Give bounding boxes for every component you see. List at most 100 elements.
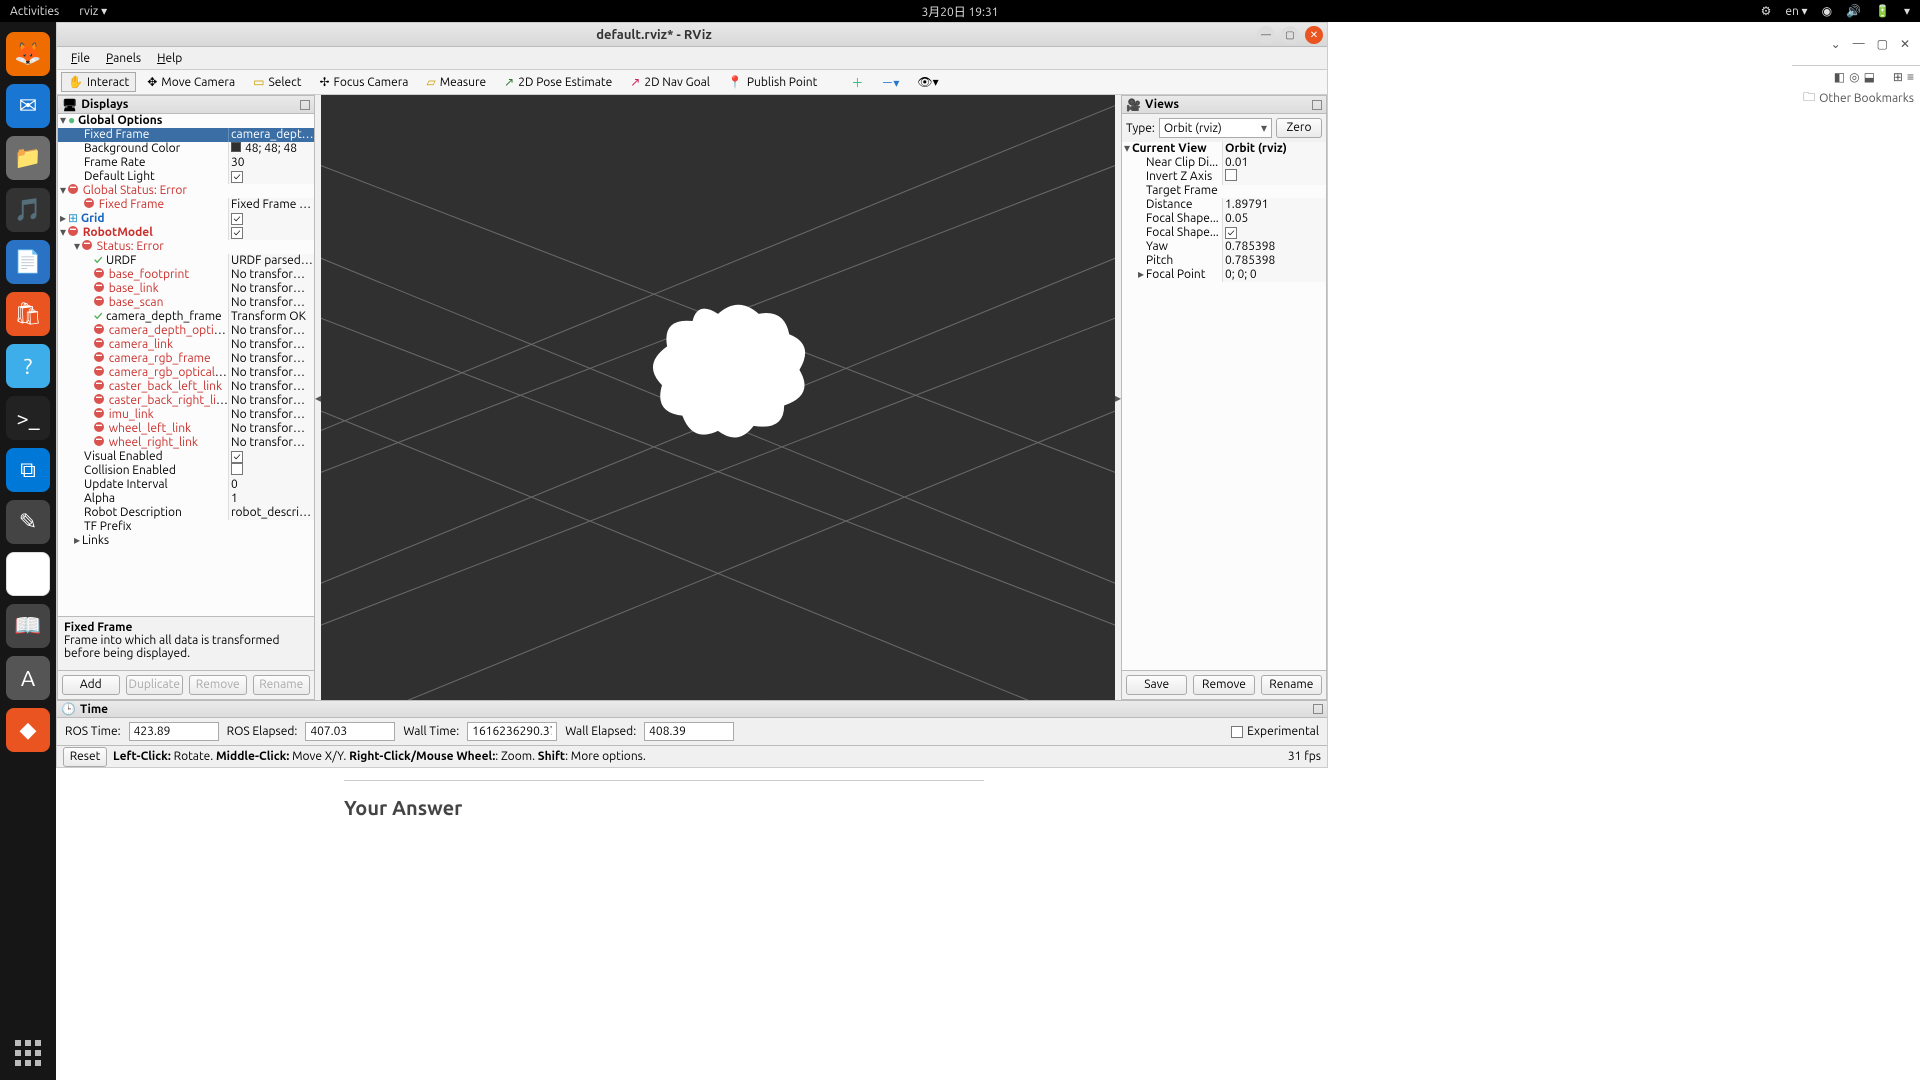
dock-terminal-icon[interactable]: >_	[6, 396, 50, 440]
dock-thunderbird-icon[interactable]: ✉	[6, 84, 50, 128]
dock-apps-grid-icon[interactable]	[15, 1040, 41, 1066]
tool-plus[interactable]: ＋	[844, 71, 870, 94]
hamburger-icon[interactable]: ≡	[1907, 70, 1914, 84]
wall-time-field[interactable]	[467, 722, 557, 741]
link-row[interactable]: caster_back_right_linkNo transform fr...	[58, 394, 314, 408]
tool-measure[interactable]: ▱Measure	[419, 72, 493, 92]
views-rename-button[interactable]: Rename	[1261, 675, 1322, 695]
maximize-button[interactable]: ▢	[1281, 26, 1299, 44]
dock-rhythmbox-icon[interactable]: 🎵	[6, 188, 50, 232]
views-save-button[interactable]: Save	[1126, 675, 1187, 695]
browser-minimize-icon[interactable]: —	[1853, 37, 1865, 50]
dock-updater-icon[interactable]: A	[6, 656, 50, 700]
view-prop-row[interactable]: Pitch0.785398	[1122, 254, 1326, 268]
system-menu-icon[interactable]: ▾	[1904, 4, 1910, 18]
link-row[interactable]: base_linkNo transform fr...	[58, 282, 314, 296]
link-row[interactable]: base_footprintNo transform fr...	[58, 268, 314, 282]
tool-move-camera[interactable]: ✥Move Camera	[140, 72, 242, 92]
dock-help-icon[interactable]: ?	[6, 344, 50, 388]
panel-float-icon[interactable]	[1312, 100, 1322, 110]
tool-minus[interactable]: －▾	[874, 71, 906, 94]
view-prop-row[interactable]: Invert Z Axis	[1122, 170, 1326, 184]
view-prop-row[interactable]: ▸Focal Point0; 0; 0	[1122, 268, 1326, 282]
pocket-icon[interactable]: ⬓	[1864, 70, 1875, 84]
menu-help[interactable]: Help	[149, 50, 190, 67]
wall-elapsed-field[interactable]	[644, 722, 734, 741]
link-row[interactable]: camera_rgb_optical_f...No transform fr..…	[58, 366, 314, 380]
dock-sublime-icon[interactable]: ◆	[6, 708, 50, 752]
browser-close-icon[interactable]: ✕	[1900, 37, 1910, 51]
view-type-combo[interactable]: Orbit (rviz)▾	[1159, 118, 1272, 138]
activities-button[interactable]: Activities	[10, 5, 59, 18]
view-prop-row[interactable]: Yaw0.785398	[1122, 240, 1326, 254]
views-remove-button[interactable]: Remove	[1193, 675, 1254, 695]
link-row[interactable]: imu_linkNo transform fr...	[58, 408, 314, 422]
tool-interact[interactable]: ✋Interact	[61, 72, 136, 92]
bookmarks-bar[interactable]: 🗀 Other Bookmarks	[1803, 88, 1914, 109]
extensions-icon[interactable]: ⊞	[1893, 70, 1903, 84]
duplicate-button[interactable]: Duplicate	[126, 675, 184, 695]
wifi-icon[interactable]: ◉	[1822, 4, 1832, 18]
dock-writer-icon[interactable]: 📄	[6, 240, 50, 284]
views-tree[interactable]: ▾Current ViewOrbit (rviz) Near Clip Di..…	[1122, 142, 1326, 670]
dock-gedit-icon[interactable]: ✎	[6, 500, 50, 544]
reset-button[interactable]: Reset	[63, 747, 107, 767]
link-row[interactable]: caster_back_left_linkNo transform fr...	[58, 380, 314, 394]
titlebar[interactable]: default.rviz* - RViz — ▢ ✕	[57, 23, 1327, 47]
displays-tree[interactable]: ▾● Global Options Fixed Framecamera_dept…	[58, 114, 314, 616]
experimental-checkbox[interactable]	[1231, 726, 1243, 738]
sidebar-icon[interactable]: ◧	[1834, 70, 1845, 84]
close-button[interactable]: ✕	[1305, 26, 1323, 44]
dock-slack-icon[interactable]: ※	[6, 552, 50, 596]
view-prop-row[interactable]: Focal Shape...✓	[1122, 226, 1326, 240]
volume-icon[interactable]: 🔊	[1846, 4, 1861, 18]
tool-2d-pose[interactable]: ↗2D Pose Estimate	[497, 72, 619, 92]
account-icon[interactable]: ◎	[1849, 70, 1859, 84]
browser-arrow-icon[interactable]: ⌄	[1831, 37, 1841, 51]
dock-reader-icon[interactable]: 📖	[6, 604, 50, 648]
add-button[interactable]: Add	[62, 675, 120, 695]
link-row[interactable]: wheel_left_linkNo transform fr...	[58, 422, 314, 436]
dock-files-icon[interactable]: 📁	[6, 136, 50, 180]
ros-elapsed-field[interactable]	[305, 722, 395, 741]
link-row[interactable]: base_scanNo transform fr...	[58, 296, 314, 310]
displays-panel-header[interactable]: 🖥 Displays	[58, 96, 314, 114]
link-row[interactable]: camera_rgb_frameNo transform fr...	[58, 352, 314, 366]
link-row[interactable]: camera_depth_optic...No transform fr...	[58, 324, 314, 338]
remove-button[interactable]: Remove	[189, 675, 247, 695]
rename-button[interactable]: Rename	[253, 675, 311, 695]
link-row[interactable]: camera_linkNo transform fr...	[58, 338, 314, 352]
link-row[interactable]: wheel_right_linkNo transform fr...	[58, 436, 314, 450]
eye-icon: 👁▾	[917, 75, 938, 89]
browser-maximize-icon[interactable]: ▢	[1877, 37, 1888, 51]
battery-icon[interactable]: 🔋	[1875, 4, 1890, 18]
window-title: default.rviz* - RViz	[57, 28, 1251, 42]
panel-float-icon[interactable]	[300, 100, 310, 110]
dock-vscode-icon[interactable]: ⧉	[6, 448, 50, 492]
ros-time-field[interactable]	[129, 722, 219, 741]
menu-file[interactable]: File	[63, 50, 98, 67]
dock-firefox-icon[interactable]: 🦊	[6, 32, 50, 76]
panel-float-icon[interactable]	[1313, 704, 1323, 714]
tool-focus-camera[interactable]: ✢Focus Camera	[312, 72, 415, 92]
view-prop-row[interactable]: Focal Shape...0.05	[1122, 212, 1326, 226]
menu-panels[interactable]: Panels	[98, 50, 149, 67]
dock-software-icon[interactable]: 🛍	[6, 292, 50, 336]
view-prop-row[interactable]: Near Clip Di...0.01	[1122, 156, 1326, 170]
indicator-icon[interactable]: ⚙	[1761, 4, 1772, 18]
3d-viewport[interactable]	[321, 95, 1115, 700]
zero-button[interactable]: Zero	[1276, 118, 1322, 138]
tool-publish-point[interactable]: 📍Publish Point	[721, 72, 824, 92]
minimize-button[interactable]: —	[1257, 26, 1275, 44]
views-panel-header[interactable]: 🎥 Views	[1122, 96, 1326, 114]
lang-indicator[interactable]: en ▾	[1785, 4, 1807, 18]
app-menu[interactable]: rviz ▾	[79, 4, 107, 18]
tool-select[interactable]: ▭Select	[246, 72, 308, 92]
link-row[interactable]: ✓camera_depth_frameTransform OK	[58, 310, 314, 324]
view-prop-row[interactable]: Distance1.89791	[1122, 198, 1326, 212]
view-prop-row[interactable]: Target Frame	[1122, 184, 1326, 198]
time-panel-header[interactable]: 🕒 Time	[57, 701, 1327, 718]
fixed-frame-row[interactable]: Fixed Framecamera_depth_...	[58, 128, 314, 142]
tool-2d-nav[interactable]: ↗2D Nav Goal	[623, 72, 717, 92]
tool-eye[interactable]: 👁▾	[910, 72, 945, 92]
